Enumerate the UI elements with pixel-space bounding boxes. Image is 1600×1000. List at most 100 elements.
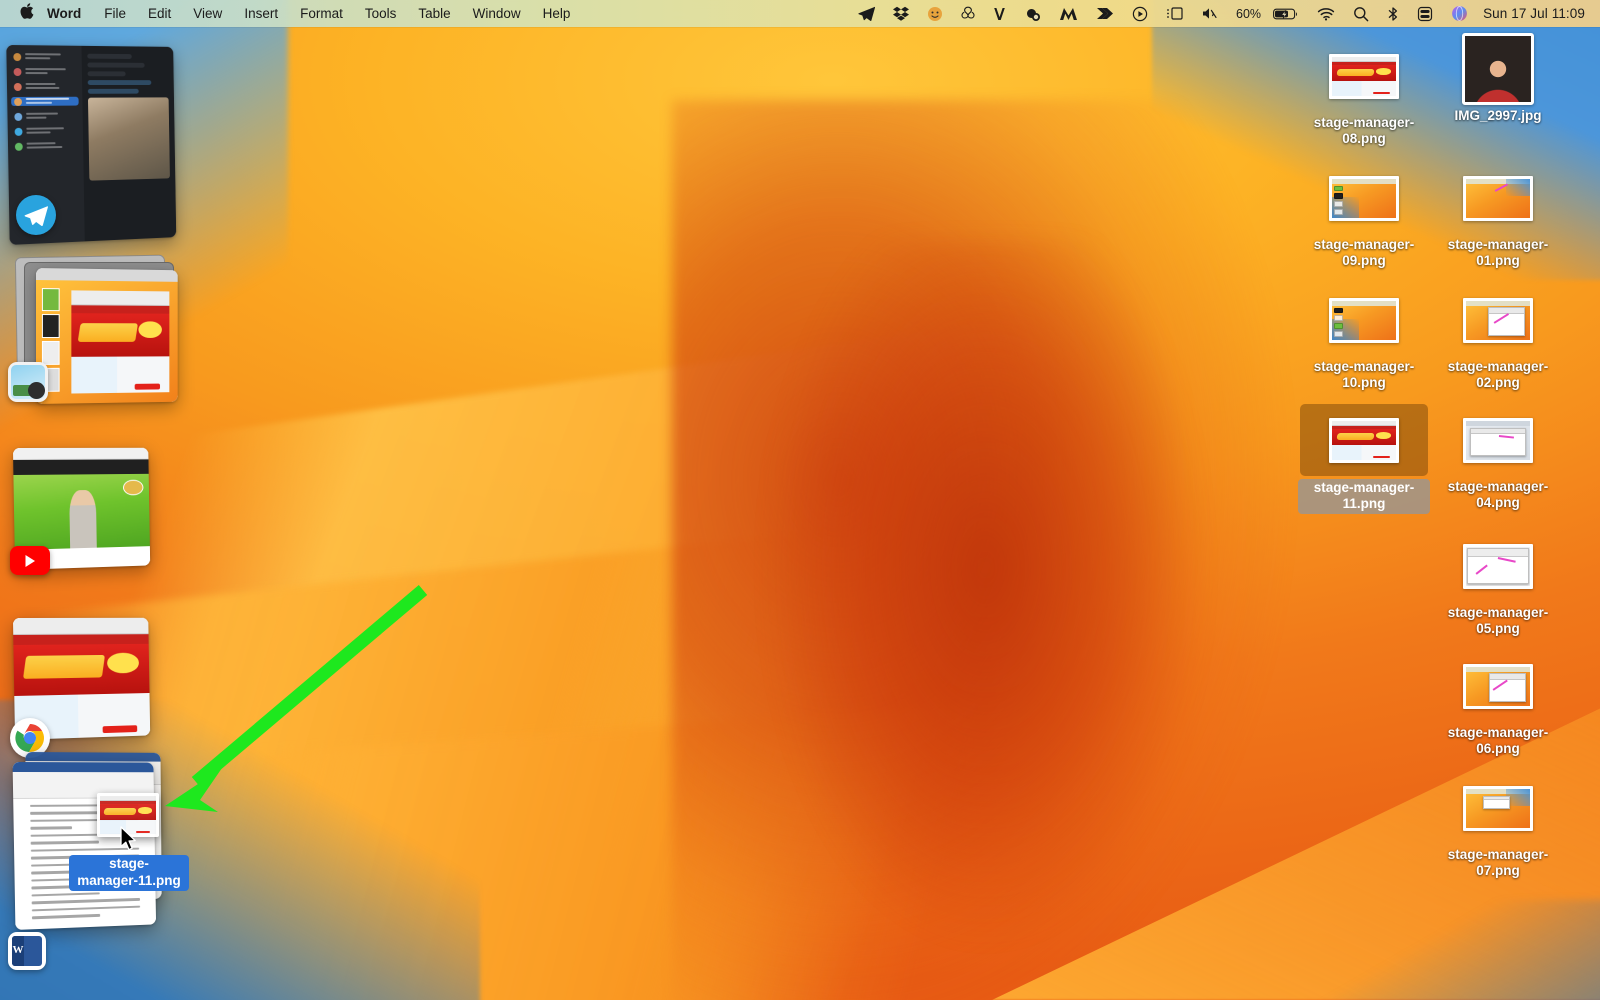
emoji-icon[interactable] <box>918 3 952 25</box>
sale-banner <box>13 644 149 696</box>
icon-thumbnail <box>1329 418 1399 463</box>
menu-item-format[interactable]: Format <box>289 4 354 23</box>
transmit-icon[interactable] <box>1087 3 1123 25</box>
desktop-icon-label: IMG_2997.jpg <box>1451 108 1544 124</box>
maccy-icon[interactable] <box>1050 3 1087 25</box>
battery-percent-label: 60% <box>1227 3 1273 25</box>
desktop-icon-stage-manager-01[interactable]: stage-manager-01.png <box>1432 162 1564 270</box>
icon-thumbnail-wrap[interactable] <box>1434 530 1562 602</box>
desktop-icon-label: stage-manager-01.png <box>1432 237 1564 270</box>
desktop-icon-label: stage-manager-06.png <box>1432 725 1564 758</box>
drag-file-label: stage- manager-11.png <box>69 855 189 891</box>
menu-item-view[interactable]: View <box>182 4 233 23</box>
icon-thumbnail <box>1463 544 1533 589</box>
icon-thumbnail <box>1463 176 1533 221</box>
display-icon[interactable] <box>1157 3 1192 25</box>
menu-item-word[interactable]: Word <box>39 4 93 23</box>
desktop-icon-label: stage-manager-08.png <box>1298 115 1430 148</box>
telegram-message <box>88 71 126 76</box>
browser-toolbar <box>13 448 148 460</box>
icon-thumbnail-photo <box>1462 33 1534 105</box>
sale-headline <box>23 655 105 678</box>
spotlight-search-icon[interactable] <box>1344 3 1378 25</box>
youtube-video-frame <box>13 474 149 551</box>
sketch-icon[interactable] <box>952 3 984 25</box>
portrait-photo <box>1465 36 1531 102</box>
battery-percent-text: 60% <box>1236 7 1264 21</box>
telegram-message <box>88 63 145 68</box>
desktop-icon-stage-manager-04[interactable]: stage-manager-04.png <box>1432 404 1564 512</box>
telegram-photo-message <box>88 97 170 180</box>
battery-icon[interactable] <box>1273 3 1308 25</box>
icon-thumbnail <box>1329 298 1399 343</box>
desktop-icon-stage-manager-09[interactable]: stage-manager-09.png <box>1298 162 1430 270</box>
drag-file-label-line1: stage- <box>75 856 183 873</box>
telegram-chat-row <box>12 141 80 151</box>
stage-manager-item-youtube[interactable] <box>14 448 156 570</box>
icon-thumbnail-wrap-selected[interactable] <box>1300 404 1428 476</box>
icon-thumbnail-wrap[interactable] <box>1300 284 1428 356</box>
telegram-chat-row <box>11 82 79 91</box>
menu-item-file[interactable]: File <box>93 4 137 23</box>
desktop-icon-stage-manager-11[interactable]: stage-manager-11.png <box>1298 404 1430 514</box>
desktop-icon-stage-manager-06[interactable]: stage-manager-06.png <box>1432 650 1564 758</box>
icon-thumbnail-wrap[interactable] <box>1434 404 1562 476</box>
menu-item-insert[interactable]: Insert <box>233 4 289 23</box>
dropbox-icon[interactable] <box>884 3 918 25</box>
preview-screenshot-image <box>36 280 178 404</box>
menu-bar-clock[interactable]: Sun 17 Jul 11:09 <box>1477 6 1589 21</box>
menu-item-help[interactable]: Help <box>532 4 582 23</box>
word-icon: W <box>8 932 46 970</box>
icon-thumbnail-wrap[interactable] <box>1434 772 1562 844</box>
desktop-icon-stage-manager-07[interactable]: stage-manager-07.png <box>1432 772 1564 880</box>
desktop-icon-stage-manager-10[interactable]: stage-manager-10.png <box>1298 284 1430 392</box>
arrow-cursor <box>120 826 138 852</box>
desktop-icon-label: stage-manager-07.png <box>1432 847 1564 880</box>
icon-thumbnail-wrap[interactable] <box>1434 162 1562 234</box>
menu-item-tools[interactable]: Tools <box>354 4 408 23</box>
player-icon[interactable] <box>1123 3 1157 25</box>
telegram-chat-row <box>11 67 79 76</box>
icon-thumbnail-wrap[interactable] <box>1300 162 1428 234</box>
telegram-chat-row <box>11 111 79 121</box>
preview-inner-sale-screenshot <box>71 290 170 393</box>
stage-manager-item-telegram[interactable] <box>8 45 186 245</box>
siri-icon[interactable] <box>1442 3 1477 25</box>
cleanmymac-icon[interactable] <box>1015 3 1050 25</box>
desktop-icon-stage-manager-05[interactable]: stage-manager-05.png <box>1432 530 1564 638</box>
apple-menu-icon[interactable] <box>13 2 39 26</box>
desktop-icon-label: stage-manager-10.png <box>1298 359 1430 392</box>
telegram-conversation <box>82 46 176 242</box>
control-center-icon[interactable] <box>1408 3 1442 25</box>
menu-item-window[interactable]: Window <box>462 4 532 23</box>
icon-thumbnail-wrap[interactable] <box>1434 284 1562 356</box>
menu-item-edit[interactable]: Edit <box>137 4 182 23</box>
vpn-v-icon[interactable] <box>984 3 1015 25</box>
word-title-bar <box>13 762 154 772</box>
icon-thumbnail <box>1463 418 1533 463</box>
bluetooth-icon[interactable] <box>1378 3 1408 25</box>
preview-window-front[interactable] <box>36 268 178 404</box>
icon-thumbnail-wrap[interactable] <box>1434 650 1562 722</box>
menu-bar-left: Word File Edit View Insert Format Tools … <box>0 2 581 26</box>
icon-thumbnail-wrap[interactable] <box>1300 40 1428 112</box>
icon-thumbnail-wrap[interactable] <box>1434 33 1562 105</box>
icon-thumbnail <box>1329 54 1399 99</box>
desktop-icon-label: stage-manager-05.png <box>1432 605 1564 638</box>
wifi-icon[interactable] <box>1308 3 1344 25</box>
stage-manager-item-chrome[interactable] <box>14 618 156 740</box>
desktop-icon-stage-manager-02[interactable]: stage-manager-02.png <box>1432 284 1564 392</box>
telegram-chat-row-active[interactable] <box>11 97 79 106</box>
telegram-icon <box>16 195 56 235</box>
telegram-icon[interactable] <box>849 3 884 25</box>
volume-muted-icon[interactable] <box>1192 3 1227 25</box>
youtube-icon <box>10 546 50 575</box>
telegram-message <box>88 80 151 85</box>
menu-item-table[interactable]: Table <box>407 4 461 23</box>
menu-bar-status-area: 60% Sun 17 Jul 11:09 <box>849 3 1600 25</box>
telegram-chat-row <box>10 52 78 61</box>
desktop-icon-img-2997[interactable]: IMG_2997.jpg <box>1432 33 1564 124</box>
telegram-message <box>88 54 132 59</box>
desktop-icon-stage-manager-08[interactable]: stage-manager-08.png <box>1298 40 1430 148</box>
desktop-icon-label: stage-manager-04.png <box>1432 479 1564 512</box>
